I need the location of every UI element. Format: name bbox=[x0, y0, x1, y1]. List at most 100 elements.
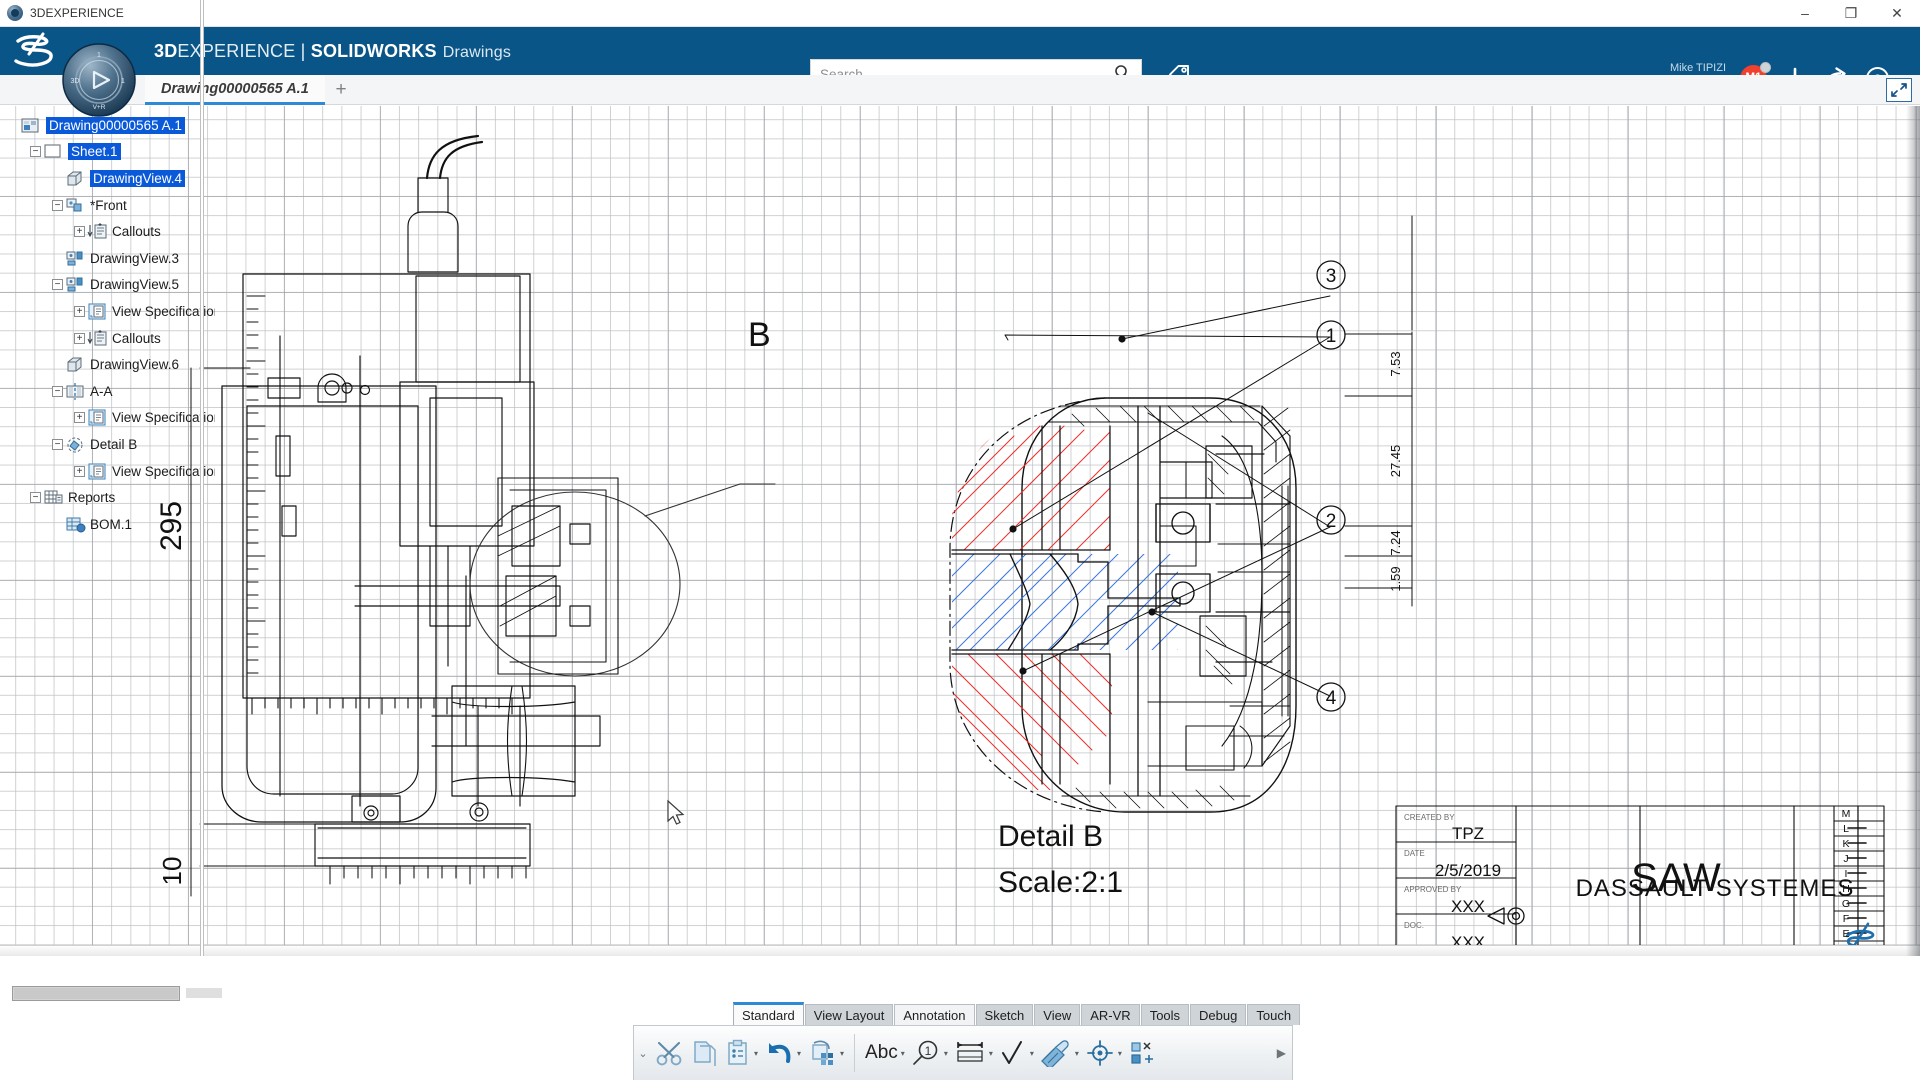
view-spec-icon bbox=[87, 409, 106, 426]
tree-item-reports[interactable]: −Reports bbox=[0, 484, 215, 511]
command-tab-standard[interactable]: Standard bbox=[733, 1002, 804, 1025]
tree-item-drawingview-4[interactable]: DrawingView.4 bbox=[0, 165, 215, 192]
tree-expander-minus[interactable]: − bbox=[52, 279, 63, 290]
front-view-icon bbox=[65, 197, 84, 214]
command-manager-toolbar[interactable]: ⌄ ▾ ▾ bbox=[633, 1025, 1293, 1080]
tree-item-view-specification[interactable]: +View Specification bbox=[0, 298, 215, 325]
tree-item-front[interactable]: − *Front bbox=[0, 192, 215, 219]
tree-item-label: Drawing00000565 A.1 bbox=[46, 117, 185, 134]
tree-item-label: Detail B bbox=[90, 437, 137, 452]
chevron-down-icon[interactable]: ▾ bbox=[901, 1049, 905, 1058]
command-tab-view-layout[interactable]: View Layout bbox=[805, 1004, 894, 1025]
maximize-button[interactable]: ❐ bbox=[1828, 0, 1874, 27]
command-tab-sketch[interactable]: Sketch bbox=[976, 1004, 1034, 1025]
copy-icon[interactable] bbox=[688, 1031, 722, 1075]
undo-icon[interactable]: ▾ bbox=[761, 1031, 804, 1075]
chevron-down-icon[interactable]: ▾ bbox=[989, 1049, 993, 1058]
tree-item-label: Callouts bbox=[112, 224, 161, 239]
tb-approved: XXX bbox=[1451, 897, 1485, 916]
detail-view-icon bbox=[65, 436, 84, 453]
tree-expander-minus[interactable]: − bbox=[30, 146, 41, 157]
minimize-button[interactable]: – bbox=[1782, 0, 1828, 27]
tree-item-view-specification[interactable]: +View Specification bbox=[0, 405, 215, 432]
brand-app: Drawings bbox=[443, 44, 511, 61]
tree-expander-plus[interactable]: + bbox=[74, 412, 85, 423]
tree-item-drawingview-5[interactable]: − DrawingView.5 bbox=[0, 272, 215, 299]
tree-item-detail-b[interactable]: − Detail B bbox=[0, 431, 215, 458]
tree-item-callouts[interactable]: + Callouts bbox=[0, 218, 215, 245]
smart-dimension-icon[interactable]: ▾ bbox=[951, 1031, 996, 1075]
command-tab-tools[interactable]: Tools bbox=[1141, 1004, 1189, 1025]
paste-icon[interactable]: ▾ bbox=[722, 1031, 761, 1075]
tree-item-sheet-1[interactable]: −Sheet.1 bbox=[0, 139, 215, 166]
tb-part-name: SAW bbox=[1631, 856, 1721, 900]
tree-expander-plus[interactable]: + bbox=[74, 333, 85, 344]
view-spec-icon bbox=[87, 303, 106, 320]
balloon-4: 4 bbox=[1326, 688, 1337, 709]
balloon-1: 1 bbox=[1326, 326, 1337, 347]
hatch-fill-icon[interactable]: ▾ bbox=[1037, 1031, 1082, 1075]
tree-item-callouts[interactable]: +Callouts bbox=[0, 325, 215, 352]
rebuild-icon[interactable]: ▾ bbox=[804, 1031, 847, 1075]
tree-item-label: *Front bbox=[90, 198, 127, 213]
command-tab-touch[interactable]: Touch bbox=[1247, 1004, 1300, 1025]
toolbar-overflow-button[interactable]: ▶ bbox=[1277, 1046, 1286, 1060]
tree-hscrollbar[interactable] bbox=[12, 986, 180, 1001]
tab-drawing00000565[interactable]: Drawing00000565 A.1 bbox=[145, 75, 325, 105]
balloon-icon[interactable]: 1 ▾ bbox=[908, 1031, 951, 1075]
note-icon[interactable]: Abc ▾ bbox=[862, 1031, 908, 1075]
svg-text:3D: 3D bbox=[71, 78, 80, 85]
compass-button[interactable]: 1 3D 1 V+R bbox=[62, 43, 136, 117]
new-tab-button[interactable]: + bbox=[330, 79, 352, 101]
command-tab-debug[interactable]: Debug bbox=[1190, 1004, 1246, 1025]
chevron-down-icon[interactable]: ▾ bbox=[1118, 1049, 1122, 1058]
tree-expander-minus[interactable]: − bbox=[52, 386, 63, 397]
chevron-down-icon[interactable]: ▾ bbox=[840, 1049, 844, 1058]
tb-date: 2/5/2019 bbox=[1435, 861, 1501, 880]
tree-item-label: DrawingView.4 bbox=[90, 170, 185, 187]
projected-view-icon bbox=[65, 250, 84, 267]
brand-separator: | bbox=[301, 41, 306, 61]
tree-item-drawingview-3[interactable]: DrawingView.3 bbox=[0, 245, 215, 272]
tb-date-label: DATE bbox=[1404, 849, 1425, 858]
svg-text:J: J bbox=[1843, 853, 1848, 865]
canvas-hscrollbar[interactable] bbox=[0, 945, 1920, 956]
collapse-ribbon-button[interactable]: ⌄ bbox=[634, 1047, 652, 1060]
toolbar-separator bbox=[854, 1034, 855, 1072]
chevron-down-icon[interactable]: ▾ bbox=[1030, 1049, 1034, 1058]
surface-finish-icon[interactable]: ▾ bbox=[996, 1031, 1037, 1075]
drawing-canvas[interactable]: 295 10 7.53 27.45 7.24 1.59 B 3 1 2 4 De… bbox=[0, 106, 1920, 956]
command-manager-tabs[interactable]: StandardView LayoutAnnotationSketchViewA… bbox=[733, 1002, 1301, 1025]
feature-tree[interactable]: Drawing00000565 A.1 −Sheet.1 DrawingView.4… bbox=[0, 112, 215, 538]
cut-icon[interactable] bbox=[652, 1031, 688, 1075]
close-button[interactable]: ✕ bbox=[1874, 0, 1920, 27]
tree-item-view-specification[interactable]: +View Specification bbox=[0, 458, 215, 485]
command-tab-annotation[interactable]: Annotation bbox=[894, 1004, 974, 1025]
tree-expander-minus[interactable]: − bbox=[52, 439, 63, 450]
tree-expander-minus[interactable]: − bbox=[52, 200, 63, 211]
tree-item-a-a[interactable]: −A-A bbox=[0, 378, 215, 405]
3ds-logo-icon[interactable] bbox=[12, 32, 58, 70]
center-mark-icon[interactable]: ▾ bbox=[1082, 1031, 1125, 1075]
svg-text:V+R: V+R bbox=[93, 104, 106, 111]
tree-item-label: DrawingView.6 bbox=[90, 357, 179, 372]
chevron-down-icon[interactable]: ▾ bbox=[797, 1049, 801, 1058]
command-tab-view[interactable]: View bbox=[1034, 1004, 1080, 1025]
command-tab-ar-vr[interactable]: AR-VR bbox=[1081, 1004, 1139, 1025]
tree-expander-minus[interactable]: − bbox=[30, 492, 41, 503]
tables-icon[interactable] bbox=[1125, 1031, 1161, 1075]
chevron-down-icon[interactable]: ▾ bbox=[944, 1049, 948, 1058]
chevron-down-icon[interactable]: ▾ bbox=[1075, 1049, 1079, 1058]
tree-expander-plus[interactable]: + bbox=[74, 226, 85, 237]
panel-splitter[interactable] bbox=[200, 0, 204, 1080]
tree-hscroll-thumb[interactable] bbox=[14, 988, 178, 999]
tree-item-label: DrawingView.5 bbox=[90, 277, 179, 292]
tree-item-drawingview-6[interactable]: DrawingView.6 bbox=[0, 351, 215, 378]
tree-expander-plus[interactable]: + bbox=[74, 466, 85, 477]
chevron-down-icon[interactable]: ▾ bbox=[754, 1049, 758, 1058]
svg-text:H: H bbox=[1842, 883, 1850, 895]
dimension-159: 1.59 bbox=[1388, 566, 1403, 591]
tree-expander-plus[interactable]: + bbox=[74, 306, 85, 317]
expand-collapse-icon[interactable] bbox=[1886, 78, 1912, 102]
tree-item-bom-1[interactable]: BOM.1 bbox=[0, 511, 215, 538]
